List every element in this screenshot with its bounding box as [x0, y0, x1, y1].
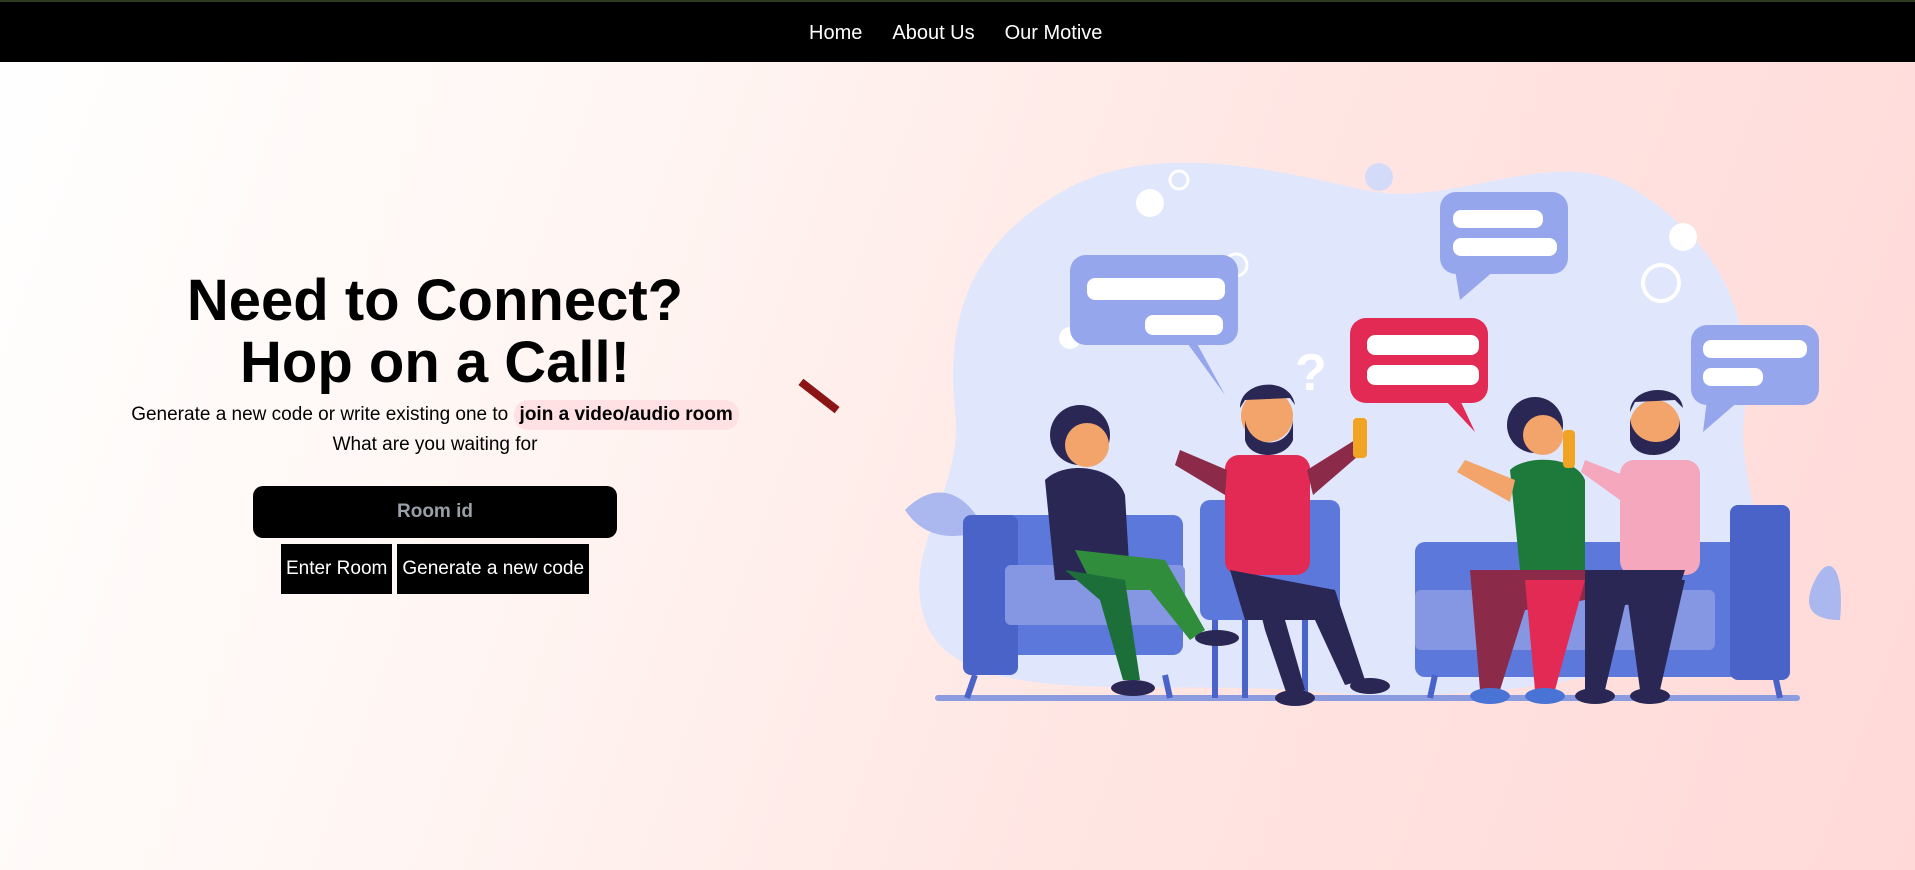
people-chatting-illustration: ?	[905, 162, 1841, 706]
subtitle-prefix: Generate a new code or write existing on…	[131, 404, 509, 425]
hero-title: Need to Connect? Hop on a Call!	[100, 270, 770, 394]
subtitle-line2: What are you waiting for	[332, 434, 538, 455]
bubble-circle	[1669, 223, 1697, 251]
nav-link-about-us[interactable]: About Us	[892, 22, 974, 45]
hero-section: Need to Connect? Hop on a Call! Generate…	[100, 270, 770, 594]
generate-code-button[interactable]: Generate a new code	[397, 544, 590, 594]
hero-title-line1: Need to Connect?	[186, 268, 684, 333]
nav-links: Home About Us Our Motive	[809, 22, 1102, 45]
room-id-input[interactable]	[253, 486, 617, 538]
enter-room-button[interactable]: Enter Room	[280, 544, 393, 594]
speech-bubble-blue-right	[1691, 325, 1819, 432]
nav-link-home[interactable]: Home	[809, 22, 862, 45]
bubble-circle	[956, 396, 978, 418]
hero-subtitle: Generate a new code or write existing on…	[100, 400, 770, 460]
top-navbar: Home About Us Our Motive	[0, 0, 1915, 62]
leaf-right-icon	[1809, 565, 1841, 620]
question-mark-icon: ?	[1295, 344, 1327, 402]
hero-title-line2: Hop on a Call!	[240, 330, 630, 395]
decorative-dash	[798, 378, 840, 414]
action-buttons: Enter Room Generate a new code	[100, 544, 770, 594]
bubble-circle	[1365, 163, 1393, 191]
bubble-circle	[1136, 189, 1164, 217]
floor-line	[935, 695, 1800, 701]
subtitle-highlight: join a video/audio room	[513, 400, 739, 430]
nav-link-our-motive[interactable]: Our Motive	[1005, 22, 1103, 45]
